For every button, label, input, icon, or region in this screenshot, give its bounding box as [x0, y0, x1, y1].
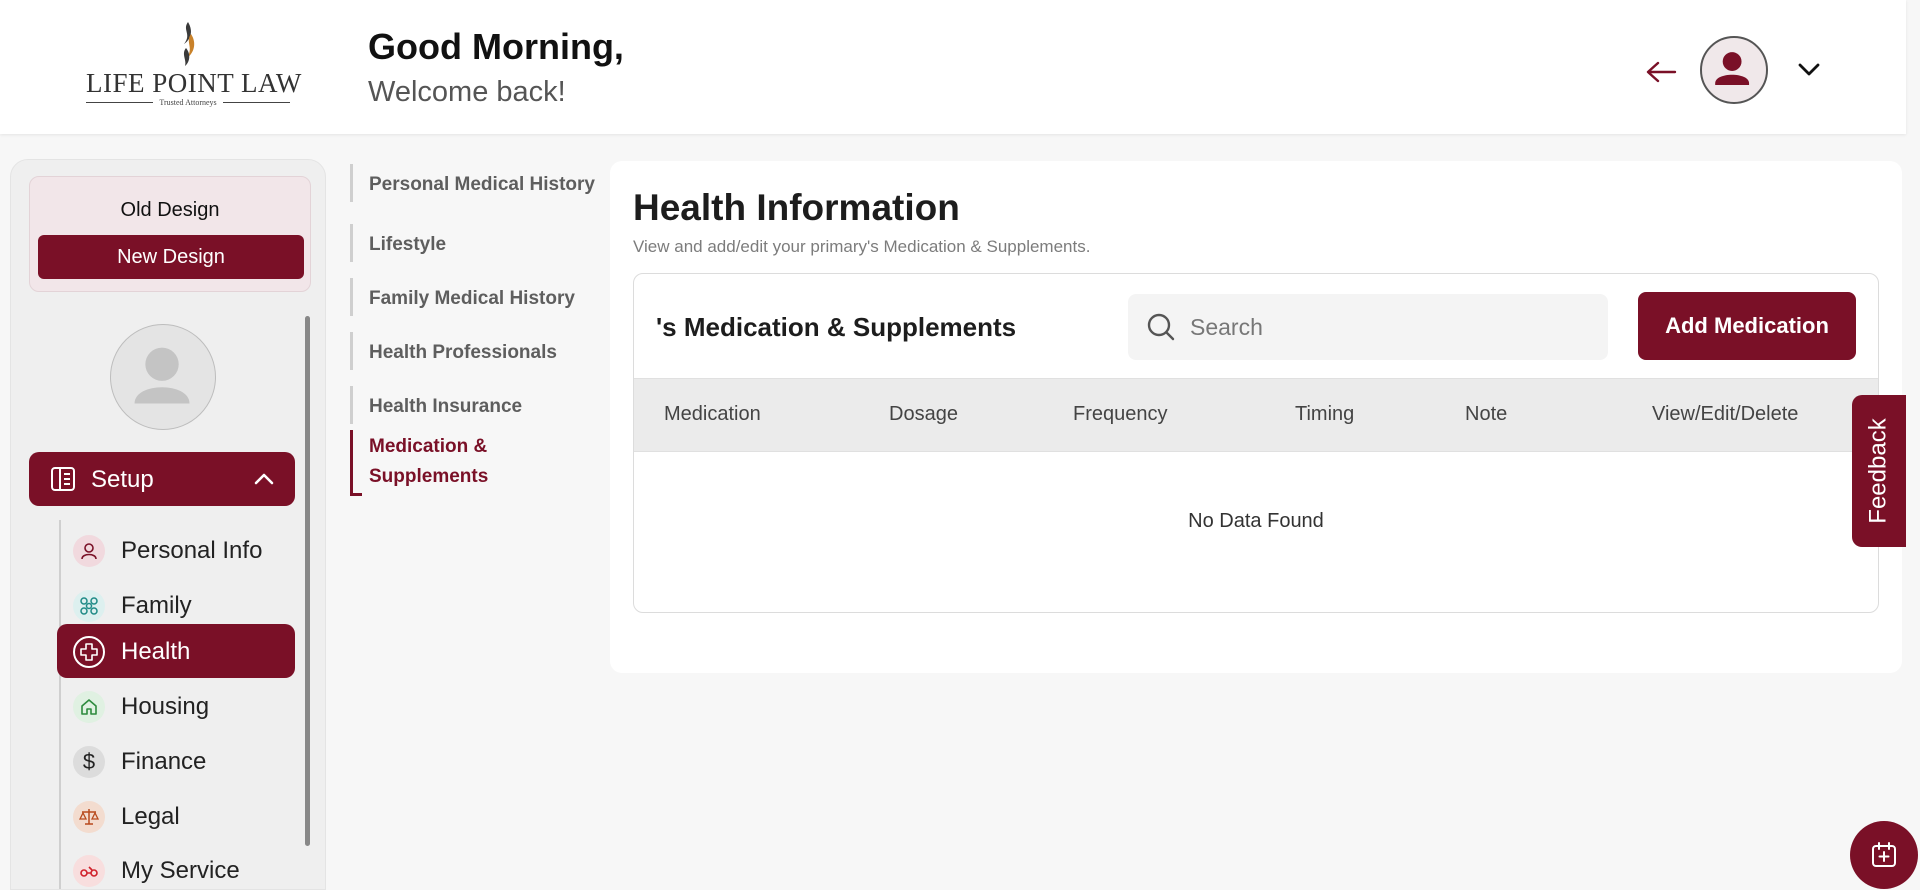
user-avatar[interactable] [1700, 36, 1768, 104]
sidebar-item-label: Housing [121, 693, 210, 720]
feedback-tab[interactable]: Feedback [1852, 395, 1906, 547]
house-icon [73, 691, 105, 723]
greeting-title: Good Morning, [368, 26, 624, 67]
sidebar-item-housing[interactable]: Housing [57, 679, 295, 733]
feedback-label: Feedback [1865, 418, 1892, 524]
page-title: Health Information [633, 187, 960, 228]
setup-book-icon [51, 467, 75, 491]
empty-state-text: No Data Found [1188, 510, 1324, 532]
subnav-label: Personal Medical History [369, 174, 595, 195]
sidebar-item-my-service[interactable]: My Service [57, 843, 295, 889]
calendar-add-button[interactable] [1850, 821, 1918, 889]
sidebar-item-label: Personal Info [121, 537, 263, 564]
sidebar-item-personal-info[interactable]: Personal Info [57, 523, 295, 577]
logo-flame-icon [183, 22, 195, 66]
person-icon [73, 535, 105, 567]
column-header-frequency[interactable]: Frequency [1073, 403, 1168, 426]
logo-tagline-text: Trusted Attorneys [159, 98, 217, 107]
old-design-button[interactable]: Old Design [30, 199, 310, 222]
sidebar-item-health[interactable]: Health [57, 624, 295, 678]
search-box [1128, 294, 1608, 360]
logo-text: LIFE POINT LAW [86, 68, 302, 98]
add-medication-button[interactable]: Add Medication [1638, 292, 1856, 360]
search-input[interactable] [1190, 308, 1590, 346]
sidebar: Old Design New Design Setup Personal Inf… [10, 159, 326, 890]
user-avatar-icon [1715, 52, 1750, 86]
search-icon [1147, 313, 1175, 341]
sidebar-item-label: Health [121, 638, 191, 665]
sidebar-item-label: Legal [121, 803, 180, 830]
health-cross-icon [73, 636, 105, 668]
health-subnav: Personal Medical History Lifestyle Famil… [350, 160, 610, 500]
subnav-personal-medical-history[interactable]: Personal Medical History [350, 164, 610, 202]
profile-placeholder-icon [134, 347, 190, 404]
subnav-label: Medication & [369, 436, 488, 457]
sidebar-item-label: Finance [121, 748, 207, 775]
subnav-label: Family Medical History [369, 288, 575, 309]
subnav-medication-supplements[interactable]: Medication & Supplements [350, 430, 610, 496]
sidebar-scrollbar[interactable] [305, 316, 310, 846]
design-switcher: Old Design New Design [29, 176, 311, 292]
sidebar-item-finance[interactable]: $ Finance [57, 734, 295, 788]
family-icon [73, 590, 105, 622]
chevron-down-icon[interactable] [1796, 58, 1822, 80]
table-title: 's Medication & Supplements [656, 312, 1017, 342]
medication-table-card: 's Medication & Supplements Add Medicati… [633, 273, 1879, 613]
setup-label: Setup [91, 466, 154, 493]
subnav-label: Health Insurance [369, 396, 523, 417]
service-icon [73, 855, 105, 887]
subnav-label: Health Professionals [369, 342, 557, 363]
dollar-icon: $ [73, 746, 105, 778]
subnav-lifestyle[interactable]: Lifestyle [350, 224, 610, 262]
setup-section-toggle[interactable]: Setup [29, 452, 295, 506]
top-header: LIFE POINT LAW Trusted Attorneys Good Mo… [0, 0, 1906, 134]
subnav-health-professionals[interactable]: Health Professionals [350, 332, 610, 370]
page-subtitle: View and add/edit your primary's Medicat… [633, 237, 1091, 256]
sidebar-item-legal[interactable]: Legal [57, 789, 295, 843]
column-header-dosage[interactable]: Dosage [889, 403, 958, 426]
column-header-timing[interactable]: Timing [1295, 403, 1354, 426]
back-arrow-icon[interactable] [1644, 58, 1678, 86]
subnav-label-line2: Supplements [369, 466, 489, 487]
sidebar-item-label: Family [121, 592, 192, 619]
profile-avatar [110, 324, 216, 430]
scales-icon [73, 801, 105, 833]
column-header-medication[interactable]: Medication [664, 403, 761, 426]
subnav-family-medical-history[interactable]: Family Medical History [350, 278, 610, 316]
column-header-actions[interactable]: View/Edit/Delete [1652, 403, 1798, 426]
main-content: Health Information View and add/edit you… [610, 161, 1902, 673]
calendar-plus-icon [1872, 842, 1896, 867]
column-header-note[interactable]: Note [1465, 403, 1507, 426]
subnav-health-insurance[interactable]: Health Insurance [350, 386, 610, 424]
subnav-label: Lifestyle [369, 234, 447, 255]
sidebar-item-label: My Service [121, 857, 240, 884]
chevron-up-icon [254, 473, 274, 485]
new-design-button[interactable]: New Design [38, 235, 304, 279]
life-point-law-logo[interactable]: LIFE POINT LAW Trusted Attorneys [86, 20, 302, 110]
welcome-subtitle: Welcome back! [368, 76, 566, 108]
table-header: Medication Dosage Frequency Timing Note … [634, 378, 1878, 452]
logo-tagline: Trusted Attorneys [86, 98, 291, 107]
